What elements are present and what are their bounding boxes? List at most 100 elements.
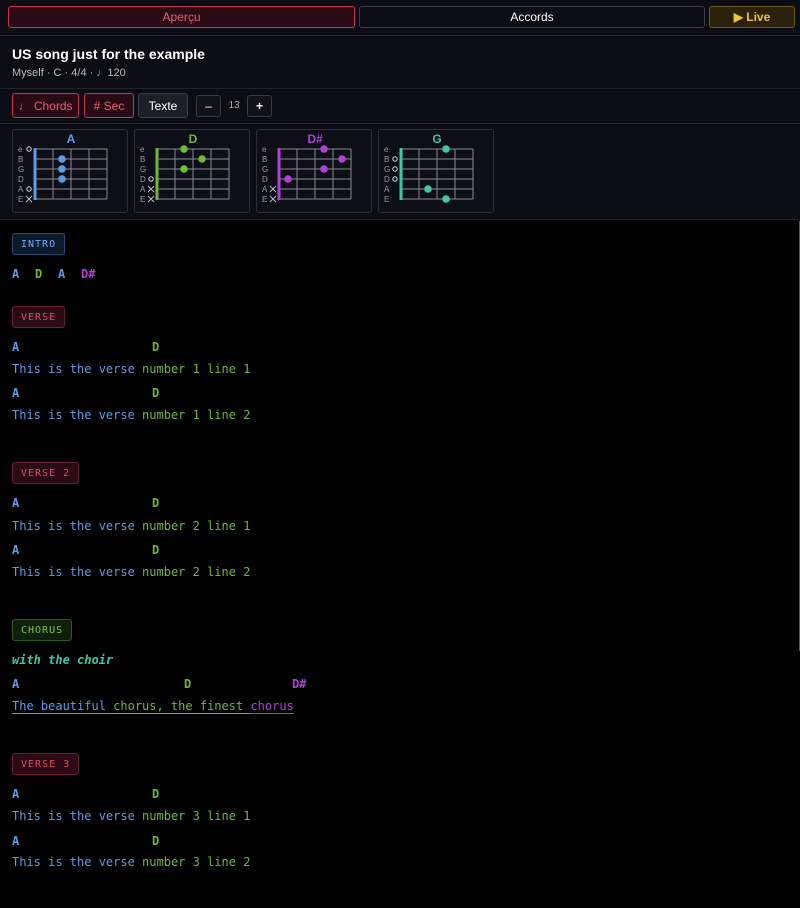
- diagram-string-label: G: [18, 165, 24, 174]
- diagram-string-label: D: [262, 175, 268, 184]
- chord-label: A: [12, 496, 20, 510]
- finger-dot: [424, 185, 432, 193]
- open-string-marker: [148, 176, 154, 182]
- diagram-string-label: G: [384, 165, 390, 174]
- chord-label: A: [12, 386, 20, 400]
- lyric-segment: number 3 line 2: [142, 855, 251, 869]
- apercu-tab[interactable]: Aperçu: [8, 6, 355, 28]
- diagram-string-label: B: [18, 155, 23, 164]
- chord-label: D: [152, 543, 160, 557]
- song-title: US song just for the example: [12, 46, 205, 62]
- finger-dot: [320, 145, 328, 153]
- section-tag-chorus[interactable]: CHORUS: [12, 619, 73, 641]
- chord-label: A: [12, 677, 20, 691]
- song-meta: Myself · C · 4/4 · ♩120: [12, 67, 126, 79]
- lyric-segment: number 2 line 2: [142, 565, 251, 579]
- chord-diagram-d[interactable]: DeBGDAE: [134, 129, 250, 213]
- diagram-string-label: D: [18, 175, 24, 184]
- lyric-segment: This is the verse: [12, 565, 143, 579]
- lyric-segment: This is the verse: [12, 362, 143, 376]
- chord-label: A: [12, 543, 20, 557]
- open-string-marker: [26, 186, 32, 192]
- chord-diagram-g[interactable]: GeBGDAE: [378, 129, 494, 213]
- song-sheet: INTRO A D A D# VERSE A D This is the ver…: [0, 221, 800, 908]
- diagram-string-label: A: [384, 185, 390, 194]
- lyric-line: The beautiful chorus, the finest chorus: [12, 699, 294, 714]
- chord-diagram-svg: DeBGDAE: [140, 132, 230, 204]
- section-tag-intro[interactable]: INTRO: [12, 233, 66, 255]
- lyric-line: This is the verse number 1 line 2: [12, 408, 250, 422]
- lyric-segment: The beautiful: [12, 699, 114, 714]
- diagram-string-label: e: [262, 145, 267, 154]
- section-tag-verse-3[interactable]: VERSE 3: [12, 753, 80, 775]
- finger-dot: [180, 145, 188, 153]
- diagram-string-label: e: [384, 145, 389, 154]
- chord-label: A: [12, 340, 20, 354]
- song-header: US song just for the example Myself · C …: [0, 36, 800, 89]
- section-tag-verse-2[interactable]: VERSE 2: [12, 462, 80, 484]
- chord-label: D: [152, 496, 160, 510]
- lyric-segment: number 1 line 2: [142, 408, 251, 422]
- diagram-string-label: e: [140, 145, 145, 154]
- chord-label: D: [152, 834, 160, 848]
- chord-diagram-d-sharp[interactable]: D# e B G D A E: [256, 129, 372, 213]
- chord-diagram-name: A: [67, 132, 76, 146]
- lyric-segment: number 3 line 1: [142, 809, 251, 823]
- finger-dot: [180, 165, 188, 173]
- lyric-segment: chorus, the finest: [113, 699, 251, 714]
- lyric-segment: This is the verse: [12, 855, 143, 869]
- lyric-segment: number 2 line 1: [142, 519, 251, 533]
- section-tag-verse[interactable]: VERSE: [12, 306, 66, 328]
- decrease-font-button[interactable]: –: [196, 95, 221, 117]
- finger-dot: [320, 165, 328, 173]
- toggle-chords-button[interactable]: ♩ Chords: [12, 93, 79, 118]
- lyric-line: This is the verse number 3 line 2: [12, 855, 250, 869]
- finger-dot: [338, 155, 346, 163]
- open-string-marker: [392, 156, 398, 162]
- lyric-segment: This is the verse: [12, 809, 143, 823]
- chord-diagram-name: G: [432, 132, 441, 146]
- chord-diagram-svg: D# eBGDAE: [262, 132, 352, 204]
- chord-label: A: [12, 787, 20, 801]
- diagram-string-label: e: [18, 145, 23, 154]
- finger-dot: [58, 175, 66, 183]
- diagram-string-label: E: [262, 195, 267, 204]
- chord-label: D: [152, 787, 160, 801]
- lyric-line: This is the verse number 2 line 2: [12, 565, 250, 579]
- toggle-text-button[interactable]: Texte: [138, 93, 188, 118]
- intro-chord: A: [12, 267, 20, 281]
- chord-label: A: [12, 834, 20, 848]
- mode-bar: Aperçu Accords ▶ Live: [0, 0, 800, 36]
- lyric-segment: This is the verse: [12, 519, 143, 533]
- chord-diagram-svg: GeBGDAE: [384, 132, 474, 204]
- diagram-string-label: A: [140, 185, 146, 194]
- accords-tab[interactable]: Accords: [359, 6, 705, 28]
- toggle-sections-button[interactable]: # Sec: [84, 93, 134, 118]
- intro-chord: D: [35, 267, 43, 281]
- diagram-string-label: D: [384, 175, 390, 184]
- diagram-string-label: A: [262, 185, 268, 194]
- diagram-string-label: E: [384, 195, 389, 204]
- diagram-string-label: B: [140, 155, 145, 164]
- chord-label: D: [152, 340, 160, 354]
- lyric-line: This is the verse number 2 line 1: [12, 519, 250, 533]
- diagram-string-label: E: [18, 195, 23, 204]
- lyric-segment: chorus: [250, 699, 294, 714]
- lyric-segment: This is the verse: [12, 408, 143, 422]
- open-string-marker: [26, 146, 32, 152]
- increase-font-button[interactable]: +: [247, 95, 272, 117]
- diagram-string-label: B: [262, 155, 267, 164]
- live-button[interactable]: ▶ Live: [709, 6, 795, 28]
- chord-diagram-a[interactable]: AeBGDAE: [12, 129, 128, 213]
- chord-diagram-svg: AeBGDAE: [18, 132, 108, 204]
- font-size-value: 13: [228, 100, 240, 111]
- intro-chord: A: [58, 267, 66, 281]
- open-string-marker: [392, 176, 398, 182]
- chord-label: D#: [292, 677, 307, 691]
- lyric-segment: number 1 line 1: [142, 362, 251, 376]
- diagram-string-label: B: [384, 155, 389, 164]
- chord-diagram-name: D#: [307, 132, 323, 146]
- open-string-marker: [392, 166, 398, 172]
- diagram-string-label: E: [140, 195, 145, 204]
- finger-dot: [58, 155, 66, 163]
